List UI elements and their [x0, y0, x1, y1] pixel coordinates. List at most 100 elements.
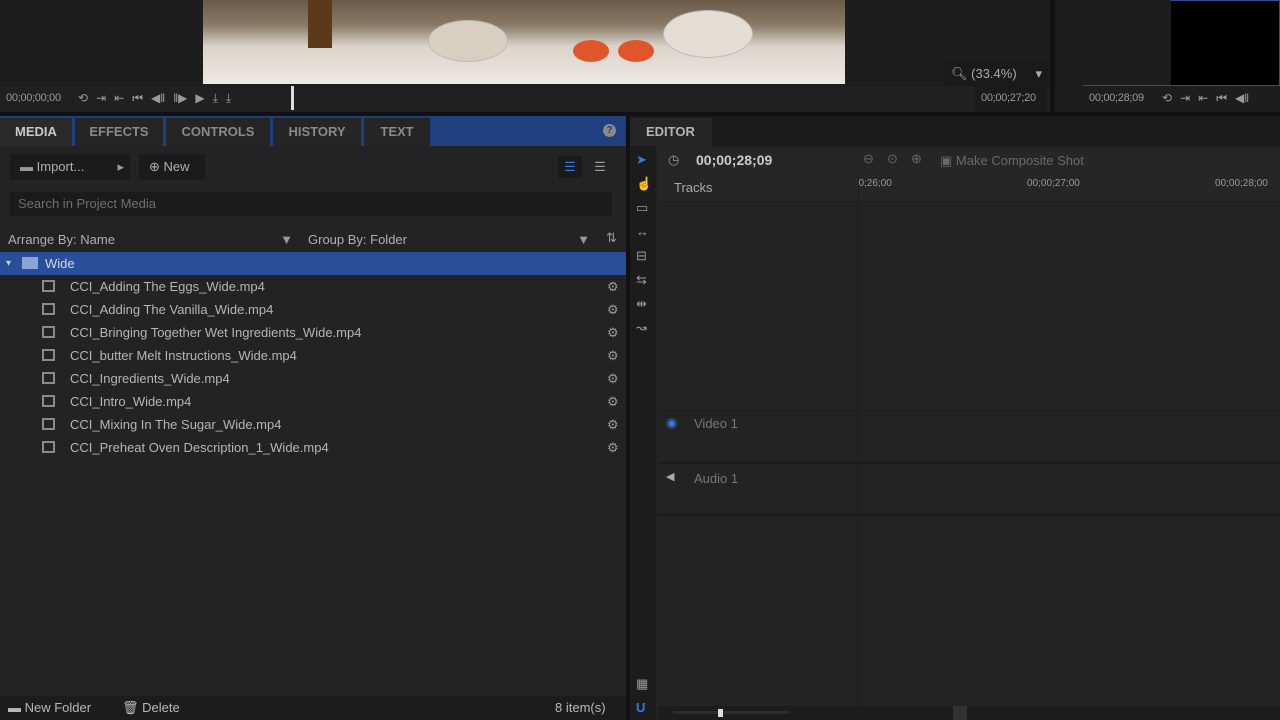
media-file-row[interactable]: CCI_Bringing Together Wet Ingredients_Wi…	[0, 321, 626, 344]
marker-icon[interactable]: ⊙	[887, 151, 898, 167]
slip-tool-icon[interactable]: ↔	[636, 224, 649, 239]
import-label: Import...	[36, 159, 85, 174]
set-out-icon[interactable]: ⇤	[114, 91, 124, 105]
editor-timecode[interactable]: 00;00;28;09	[696, 152, 772, 168]
zoom-slider[interactable]	[673, 711, 789, 714]
step-back-icon[interactable]: ◀‖	[151, 91, 165, 105]
media-file-row[interactable]: CCI_Mixing In The Sugar_Wide.mp4 ⚙	[0, 413, 626, 436]
timeline-scrollbar[interactable]	[658, 706, 1280, 720]
gear-icon[interactable]: ⚙	[607, 321, 619, 344]
gear-icon[interactable]: ⚙	[607, 344, 619, 367]
speaker-icon[interactable]: ◀	[666, 470, 674, 483]
gear-icon[interactable]: ⚙	[607, 367, 619, 390]
gear-icon[interactable]: ⚙	[607, 390, 619, 413]
file-name: CCI_Preheat Oven Description_1_Wide.mp4	[70, 440, 329, 455]
item-count: 8 item(s)	[555, 700, 606, 715]
loop-icon[interactable]: ⟲	[78, 91, 88, 105]
duration-timecode: 00;00;27;20	[981, 92, 1036, 104]
tab-history[interactable]: HISTORY	[273, 118, 361, 146]
eye-icon[interactable]: ◉	[666, 415, 677, 431]
composite-icon: ▣	[940, 153, 953, 168]
ruler-label: 00;00;28;00	[1215, 178, 1268, 189]
media-file-row[interactable]: CCI_Ingredients_Wide.mp4 ⚙	[0, 367, 626, 390]
playhead[interactable]	[291, 86, 294, 110]
go-start-icon[interactable]: ⏮	[132, 91, 143, 106]
timeline-tools: ➤ ☝ ▭ ↔ ⊟ ⇆ ⇹ ↝ ▦ U	[630, 146, 656, 720]
folder-icon: ▬	[8, 700, 21, 715]
composite-shot-button[interactable]: ▣ Make Composite Shot	[940, 153, 1084, 169]
insert-icon[interactable]: ⤓	[213, 91, 218, 106]
tab-media[interactable]: MEDIA	[0, 118, 72, 146]
chevron-right-icon: ▸	[117, 159, 124, 174]
step-forward-icon[interactable]: ‖▶	[173, 91, 187, 105]
ripple-tool-icon[interactable]: ⊟	[636, 248, 647, 264]
play-icon[interactable]: ▶	[195, 91, 204, 105]
film-icon[interactable]: ▦	[636, 676, 648, 692]
detail-view-icon[interactable]: ☰	[590, 156, 610, 178]
next-marker-icon[interactable]: ⊕	[911, 151, 922, 167]
hand-tool-icon[interactable]: ☝	[636, 176, 652, 192]
sort-icon[interactable]: ⇅	[606, 230, 617, 246]
media-file-row[interactable]: CCI_Adding The Eggs_Wide.mp4 ⚙	[0, 275, 626, 298]
delete-button[interactable]: 🗑︎ Delete	[122, 696, 180, 720]
new-folder-button[interactable]: ▬ New Folder	[8, 696, 91, 720]
gear-icon[interactable]: ⚙	[607, 298, 619, 321]
loop-icon[interactable]: ⟲	[1162, 91, 1172, 105]
new-button[interactable]: ⊕ New	[139, 154, 205, 180]
zoom-dropdown[interactable]: 🔍︎ (33.4%) ▾	[945, 62, 1048, 86]
tab-text[interactable]: TEXT	[364, 118, 430, 146]
snap-magnet-icon[interactable]: U	[636, 700, 645, 715]
trash-icon: 🗑︎	[122, 700, 139, 715]
overlay-icon[interactable]: ⤓	[226, 91, 231, 106]
file-name: CCI_Mixing In The Sugar_Wide.mp4	[70, 417, 282, 432]
go-start-icon[interactable]: ⏮	[1216, 91, 1227, 106]
chevron-down-icon: ▾	[1035, 66, 1042, 81]
time-ruler[interactable]: 00;00;26;00 00;00;27;00 00;00;28;00	[858, 174, 1280, 202]
slice-tool-icon[interactable]: ▭	[636, 200, 648, 216]
new-label: New	[163, 159, 190, 174]
scroll-thumb[interactable]	[953, 706, 967, 720]
media-file-row[interactable]: CCI_butter Melt Instructions_Wide.mp4 ⚙	[0, 344, 626, 367]
chevron-down-icon: ▼	[280, 232, 293, 247]
set-in-icon[interactable]: ⇥	[1180, 91, 1190, 105]
audio-track[interactable]: ◀ Audio 1	[658, 466, 1280, 516]
media-panel: MEDIA EFFECTS CONTROLS HISTORY TEXT ? ▬ …	[0, 116, 626, 720]
set-out-icon[interactable]: ⇤	[1198, 91, 1208, 105]
folder-row[interactable]: ▾ Wide	[0, 252, 626, 275]
set-in-icon[interactable]: ⇥	[96, 91, 106, 105]
collapse-icon[interactable]: ▾	[6, 252, 11, 275]
zoom-slider-handle[interactable]	[718, 709, 723, 717]
selection-tool-icon[interactable]: ➤	[636, 152, 647, 168]
main-viewer: 00;00;28;09 ⟲ ⇥ ⇤ ⏮ ◀‖	[1055, 0, 1280, 112]
prev-marker-icon[interactable]: ⊖	[863, 151, 874, 167]
search-input[interactable]: Search in Project Media	[10, 192, 612, 216]
film-icon	[42, 349, 55, 361]
folder-name: Wide	[45, 256, 75, 271]
arrange-by-dropdown[interactable]: Arrange By: Name ▼	[8, 232, 293, 247]
video-track-label: Video 1	[694, 416, 738, 431]
media-file-row[interactable]: CCI_Adding The Vanilla_Wide.mp4 ⚙	[0, 298, 626, 321]
zoom-value: (33.4%)	[971, 66, 1017, 81]
media-file-row[interactable]: CCI_Intro_Wide.mp4 ⚙	[0, 390, 626, 413]
gear-icon[interactable]: ⚙	[607, 413, 619, 436]
tab-effects[interactable]: EFFECTS	[75, 118, 163, 146]
track-tool-icon[interactable]: ↝	[636, 320, 647, 336]
gear-icon[interactable]: ⚙	[607, 275, 619, 298]
rate-tool-icon[interactable]: ⇹	[636, 296, 647, 312]
editor-panel: EDITOR ➤ ☝ ▭ ↔ ⊟ ⇆ ⇹ ↝ ▦ U ◷ 00;00;28;09…	[630, 116, 1280, 720]
tab-controls[interactable]: CONTROLS	[166, 118, 270, 146]
gear-icon[interactable]: ⚙	[607, 436, 619, 459]
panel-tabs: MEDIA EFFECTS CONTROLS HISTORY TEXT ?	[0, 116, 626, 146]
tab-editor[interactable]: EDITOR	[630, 118, 712, 146]
video-track[interactable]: ◉ Video 1	[658, 410, 1280, 464]
list-view-icon[interactable]: ☰	[558, 156, 582, 178]
roll-tool-icon[interactable]: ⇆	[636, 272, 647, 288]
group-by-dropdown[interactable]: Group By: Folder ▼	[308, 232, 590, 247]
delete-label: Delete	[142, 700, 180, 715]
media-file-row[interactable]: CCI_Preheat Oven Description_1_Wide.mp4 ⚙	[0, 436, 626, 459]
clock-icon: ◷	[668, 152, 680, 167]
audio-track-label: Audio 1	[694, 471, 739, 486]
import-button[interactable]: ▬ Import... ▸	[10, 154, 130, 180]
help-icon[interactable]: ?	[603, 124, 616, 137]
step-back-icon[interactable]: ◀‖	[1235, 91, 1249, 105]
